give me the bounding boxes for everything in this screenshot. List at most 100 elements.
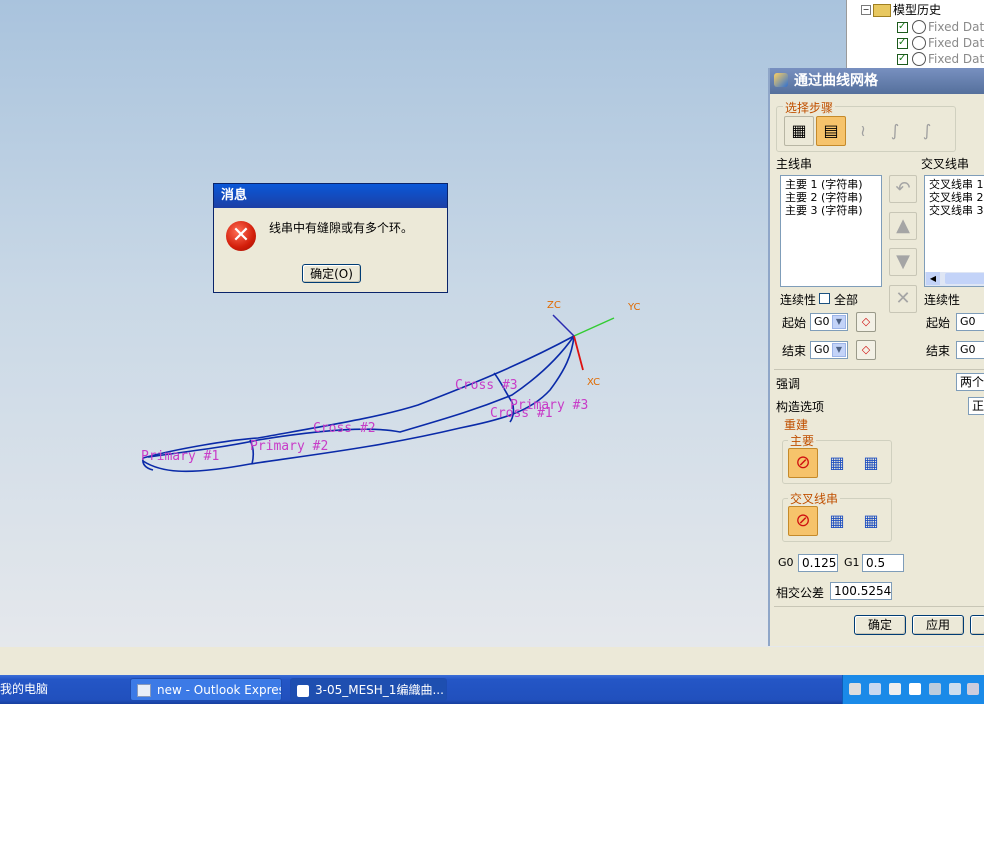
yc-axis (573, 317, 615, 337)
axis-label-yc: YC (627, 302, 641, 313)
taskbar: 我的电脑 new - Outlook Express... 3-05_MESH_… (0, 675, 984, 704)
list-item[interactable]: 交叉线串 3 (929, 204, 984, 217)
divider (774, 369, 984, 370)
taskbar-nx[interactable]: 3-05_MESH_1编織曲... (290, 678, 447, 701)
rebuild-auto-icon[interactable]: ▦ (856, 448, 886, 478)
all-checkbox[interactable] (819, 293, 830, 304)
cross-strings-label: 交叉线串 (921, 157, 970, 171)
label-primary1: Primary #1 (141, 449, 219, 464)
taskbar-outlook[interactable]: new - Outlook Express... (130, 678, 282, 701)
primary-curve-2 (147, 335, 575, 458)
visible-checkbox[interactable] (897, 19, 908, 35)
cross-end-select[interactable]: G0 (956, 341, 984, 359)
list-item[interactable]: 主要 1 (字符串) (785, 178, 877, 191)
datum-icon (912, 36, 926, 50)
g0-label: G0 (778, 556, 794, 569)
help-icon[interactable] (909, 683, 921, 695)
cross-end-label: 结束 (926, 344, 951, 358)
taskbar-outlook-label: new - Outlook Express... (157, 683, 281, 697)
tree-item-label: Fixed Datum (928, 20, 984, 34)
system-tray (842, 675, 984, 704)
part-navigator-tree[interactable]: − 模型历史 Fixed Datum Fixed Datum Fixed Dat… (846, 0, 984, 68)
visible-checkbox[interactable] (897, 51, 908, 67)
ime-icon[interactable] (889, 683, 901, 695)
list-item[interactable]: 主要 3 (字符串) (785, 204, 877, 217)
chevron-down-icon: ▼ (832, 343, 846, 357)
label-cross2: Cross #2 (313, 421, 376, 436)
primary-continuity-label: 连续性 (780, 293, 817, 307)
rebuild-auto-icon[interactable]: ▦ (856, 506, 886, 536)
primary-end-label: 结束 (782, 344, 807, 358)
rebuild-degree-icon[interactable]: ▦ (822, 506, 852, 536)
primary-strings-step-icon[interactable]: ▦ (784, 116, 814, 146)
label-primary2: Primary #2 (250, 439, 328, 454)
rebuild-cross-label: 交叉线串 (788, 490, 841, 507)
intersect-tolerance-input[interactable]: 100.5254 (830, 582, 892, 600)
tree-item-label: Fixed Datum (928, 36, 984, 50)
chevron-down-icon: ▼ (832, 315, 846, 329)
cross-start-select[interactable]: G0 (956, 313, 984, 331)
folder-icon (873, 4, 891, 17)
no-rebuild-icon[interactable]: ⊘ (788, 506, 818, 536)
list-item[interactable]: 交叉线串 1 (929, 178, 984, 191)
ok-button[interactable]: 确定 (854, 615, 906, 635)
spine-step-icon[interactable]: ≀ (848, 116, 878, 146)
zc-axis (552, 314, 575, 337)
primary-strings-list[interactable]: 主要 1 (字符串) 主要 2 (字符串) 主要 3 (字符串) (780, 175, 882, 287)
list-item[interactable]: 主要 2 (字符串) (785, 191, 877, 204)
remove-icon[interactable]: ✕ (889, 285, 917, 313)
primary-start-label: 起始 (782, 316, 807, 330)
tray-icon[interactable] (967, 683, 979, 695)
move-down-icon[interactable]: ▼ (889, 248, 917, 276)
primary-start-face-icon[interactable]: ◇ (856, 312, 876, 332)
rebuild-primary-label: 主要 (788, 432, 817, 449)
g1-label: G1 (844, 556, 860, 569)
horizontal-scrollbar[interactable]: ◀ (925, 272, 984, 286)
primary-end-face-icon[interactable]: ◇ (856, 340, 876, 360)
emphasis-label: 强调 (776, 377, 801, 391)
outlook-icon (137, 684, 151, 697)
g0-tolerance-input[interactable]: 0.125 (798, 554, 838, 572)
collapse-icon[interactable]: − (861, 5, 871, 15)
taskbar-my-computer[interactable]: 我的电脑 (0, 678, 124, 701)
cross-strings-step-icon[interactable]: ▤ (816, 116, 846, 146)
taskbar-nx-label: 3-05_MESH_1编織曲... (315, 683, 444, 697)
primary-start-select[interactable]: G0 ▼ (810, 313, 848, 331)
apply-button[interactable]: 应用 (912, 615, 964, 635)
message-text: 线串中有缝隙或有多个环。 (269, 221, 414, 235)
primary-end-select[interactable]: G0 ▼ (810, 341, 848, 359)
network-icon[interactable] (929, 683, 941, 695)
status-bar (0, 647, 984, 675)
tangent-control-icon[interactable]: ∫ (912, 116, 942, 146)
app-logo-icon (774, 73, 788, 87)
selection-steps-label: 选择步骤 (783, 99, 836, 116)
display-icon[interactable] (949, 683, 961, 695)
move-up-icon[interactable]: ▲ (889, 212, 917, 240)
no-rebuild-icon[interactable]: ⊘ (788, 448, 818, 478)
list-item[interactable]: 交叉线串 2 (929, 191, 984, 204)
axis-label-xc: XC (587, 377, 600, 388)
shape-control-icon[interactable]: ∫ (880, 116, 910, 146)
cross-strings-list[interactable]: 交叉线串 1 交叉线串 2 交叉线串 3 ◀ (924, 175, 984, 287)
undo-icon[interactable]: ↶ (889, 175, 917, 203)
all-label: 全部 (834, 293, 859, 307)
message-dialog: 消息 ✕ 线串中有缝隙或有多个环。 确定(O) (213, 183, 448, 293)
g1-tolerance-input[interactable]: 0.5 (862, 554, 904, 572)
message-ok-button[interactable]: 确定(O) (302, 264, 361, 283)
pen-icon[interactable] (869, 683, 881, 695)
datum-icon (912, 52, 926, 66)
keyboard-icon[interactable] (849, 683, 861, 695)
construction-select[interactable]: 正 (968, 397, 984, 415)
message-title: 消息 (214, 184, 447, 208)
panel-title: 通过曲线网格 (770, 68, 984, 94)
scroll-thumb[interactable] (945, 273, 984, 284)
axis-label-zc: ZC (547, 300, 561, 311)
rebuild-label: 重建 (784, 418, 809, 432)
visible-checkbox[interactable] (897, 35, 908, 51)
datum-icon (912, 20, 926, 34)
cancel-button[interactable] (970, 615, 984, 635)
rebuild-degree-icon[interactable]: ▦ (822, 448, 852, 478)
emphasis-select[interactable]: 两个 (956, 373, 984, 391)
scroll-left-icon[interactable]: ◀ (926, 272, 940, 285)
primary-strings-label: 主线串 (776, 157, 813, 171)
